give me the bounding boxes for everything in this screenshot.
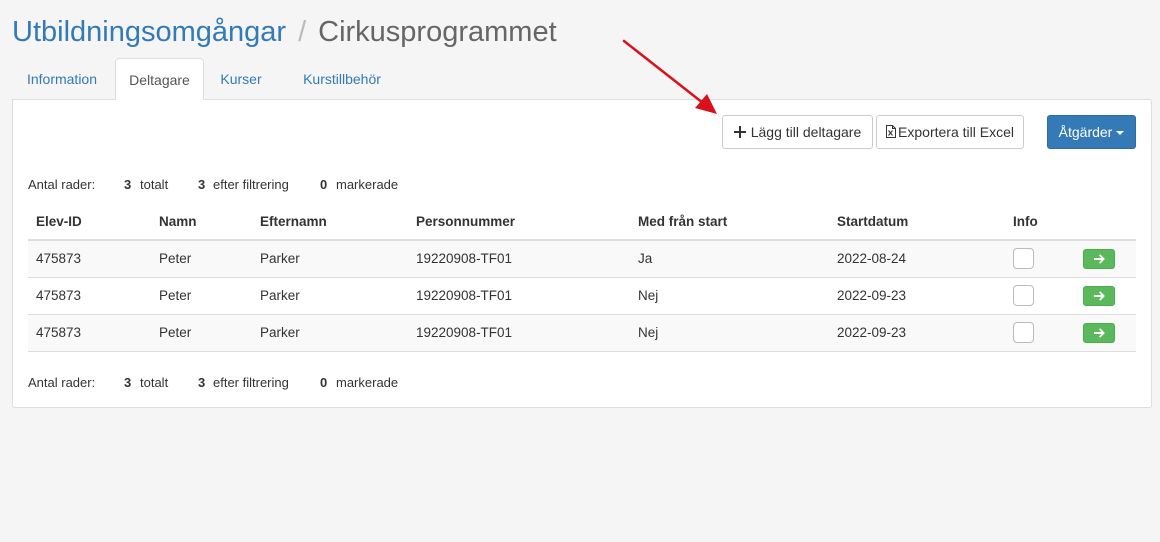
row-checkbox[interactable] bbox=[1013, 322, 1034, 343]
cell-personnummer: 19220908-TF01 bbox=[408, 277, 630, 315]
cell-namn: Peter bbox=[151, 277, 252, 315]
summary-selected-count: 0 bbox=[320, 375, 328, 390]
add-participant-label: Lägg till deltagare bbox=[750, 124, 862, 140]
page-title: Cirkusprogrammet bbox=[318, 16, 557, 48]
tab-kurser[interactable]: Kurser bbox=[207, 58, 275, 100]
summary-total-count: 3 bbox=[124, 177, 132, 192]
tab-deltagare[interactable]: Deltagare bbox=[115, 58, 204, 100]
breadcrumb: Utbildningsomgångar / Cirkusprogrammet bbox=[12, 14, 557, 50]
summary-filtered-label: efter filtrering bbox=[213, 375, 289, 390]
plus-icon bbox=[733, 117, 746, 149]
cell-med-fran-start: Ja bbox=[630, 240, 829, 278]
cell-action bbox=[1075, 277, 1136, 315]
row-checkbox[interactable] bbox=[1013, 248, 1034, 270]
cell-elev-id: 475873 bbox=[28, 240, 151, 278]
open-row-button[interactable] bbox=[1083, 248, 1115, 269]
summary-filtered-count: 3 bbox=[198, 177, 206, 192]
column-header-personnummer[interactable]: Personnummer bbox=[408, 204, 630, 241]
participants-panel: Lägg till deltagare Exportera till Excel… bbox=[12, 99, 1152, 408]
breadcrumb-parent-link[interactable]: Utbildningsomgångar bbox=[12, 16, 286, 48]
column-header-info[interactable]: Info bbox=[1005, 204, 1075, 241]
cell-efternamn: Parker bbox=[252, 240, 408, 278]
cell-elev-id: 475873 bbox=[28, 277, 151, 315]
cell-elev-id: 475873 bbox=[28, 314, 151, 352]
column-header-efternamn[interactable]: Efternamn bbox=[252, 204, 408, 241]
cell-info bbox=[1005, 277, 1075, 315]
arrow-right-icon bbox=[1093, 290, 1105, 301]
tab-bar: Information Deltagare Kurser Kurstillbeh… bbox=[12, 58, 1136, 100]
cell-personnummer: 19220908-TF01 bbox=[408, 240, 630, 278]
summary-filtered-label: efter filtrering bbox=[213, 177, 289, 192]
table-row: 475873 Peter Parker 19220908-TF01 Nej 20… bbox=[28, 277, 1136, 315]
summary-total-count: 3 bbox=[124, 375, 132, 390]
cell-info bbox=[1005, 314, 1075, 352]
cell-info bbox=[1005, 240, 1075, 278]
cell-startdatum: 2022-09-23 bbox=[829, 277, 1005, 315]
column-header-med-fran-start[interactable]: Med från start bbox=[630, 204, 829, 241]
table-row: 475873 Peter Parker 19220908-TF01 Nej 20… bbox=[28, 314, 1136, 352]
summary-filtered-count: 3 bbox=[198, 375, 206, 390]
cell-personnummer: 19220908-TF01 bbox=[408, 314, 630, 352]
actions-label: Åtgärder bbox=[1058, 124, 1113, 140]
summary-selected-label: markerade bbox=[336, 375, 399, 390]
tab-kurstillbehor[interactable]: Kurstillbehör bbox=[280, 58, 404, 100]
cell-namn: Peter bbox=[151, 314, 252, 352]
open-row-button[interactable] bbox=[1083, 322, 1115, 343]
column-header-namn[interactable]: Namn bbox=[151, 204, 252, 241]
cell-namn: Peter bbox=[151, 240, 252, 278]
tab-information[interactable]: Information bbox=[12, 58, 112, 100]
export-excel-button[interactable]: Exportera till Excel bbox=[876, 115, 1024, 149]
cell-startdatum: 2022-09-23 bbox=[829, 314, 1005, 352]
add-participant-button[interactable]: Lägg till deltagare bbox=[722, 115, 873, 149]
table-header-row: Elev-ID Namn Efternamn Personnummer Med … bbox=[28, 204, 1136, 241]
column-header-elev-id[interactable]: Elev-ID bbox=[28, 204, 151, 241]
open-row-button[interactable] bbox=[1083, 285, 1115, 306]
column-header-actions bbox=[1075, 204, 1136, 241]
breadcrumb-separator: / bbox=[298, 16, 307, 48]
cell-med-fran-start: Nej bbox=[630, 314, 829, 352]
summary-label: Antal rader: bbox=[28, 375, 96, 390]
column-header-startdatum[interactable]: Startdatum bbox=[829, 204, 1005, 241]
export-excel-label: Exportera till Excel bbox=[898, 124, 1014, 140]
summary-total-label: totalt bbox=[140, 177, 169, 192]
cell-startdatum: 2022-08-24 bbox=[829, 240, 1005, 278]
row-checkbox[interactable] bbox=[1013, 285, 1034, 306]
summary-selected-count: 0 bbox=[320, 177, 328, 192]
cell-med-fran-start: Nej bbox=[630, 277, 829, 315]
summary-total-label: totalt bbox=[140, 375, 169, 390]
arrow-right-icon bbox=[1093, 327, 1105, 338]
actions-dropdown-button[interactable]: Åtgärder bbox=[1047, 115, 1136, 149]
summary-label: Antal rader: bbox=[28, 177, 96, 192]
table-row: 475873 Peter Parker 19220908-TF01 Ja 202… bbox=[28, 240, 1136, 278]
cell-action bbox=[1075, 314, 1136, 352]
cell-action bbox=[1075, 240, 1136, 278]
caret-down-icon bbox=[1116, 131, 1125, 136]
cell-efternamn: Parker bbox=[252, 277, 408, 315]
participants-table: Elev-ID Namn Efternamn Personnummer Med … bbox=[28, 204, 1136, 352]
summary-selected-label: markerade bbox=[336, 177, 399, 192]
cell-efternamn: Parker bbox=[252, 314, 408, 352]
excel-file-icon bbox=[886, 117, 897, 149]
arrow-right-icon bbox=[1093, 254, 1105, 264]
